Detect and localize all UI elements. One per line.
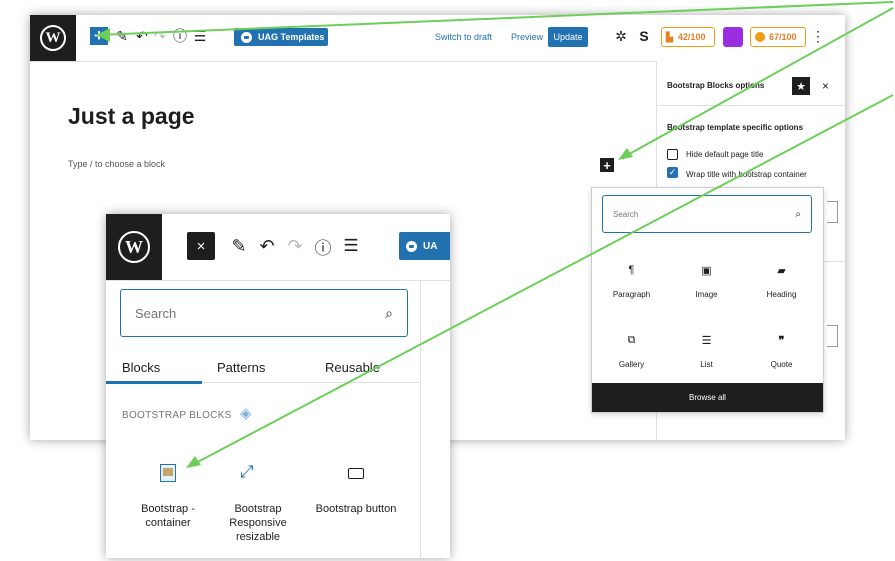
arrow-to-add-button bbox=[97, 1, 894, 36]
arrow-head bbox=[186, 456, 201, 468]
arrow-head bbox=[96, 28, 110, 42]
arrow-head bbox=[618, 148, 633, 160]
arrow-to-inline-add bbox=[621, 7, 894, 159]
annotation-arrows bbox=[96, 1, 894, 468]
arrow-to-bootstrap-container bbox=[189, 94, 894, 467]
